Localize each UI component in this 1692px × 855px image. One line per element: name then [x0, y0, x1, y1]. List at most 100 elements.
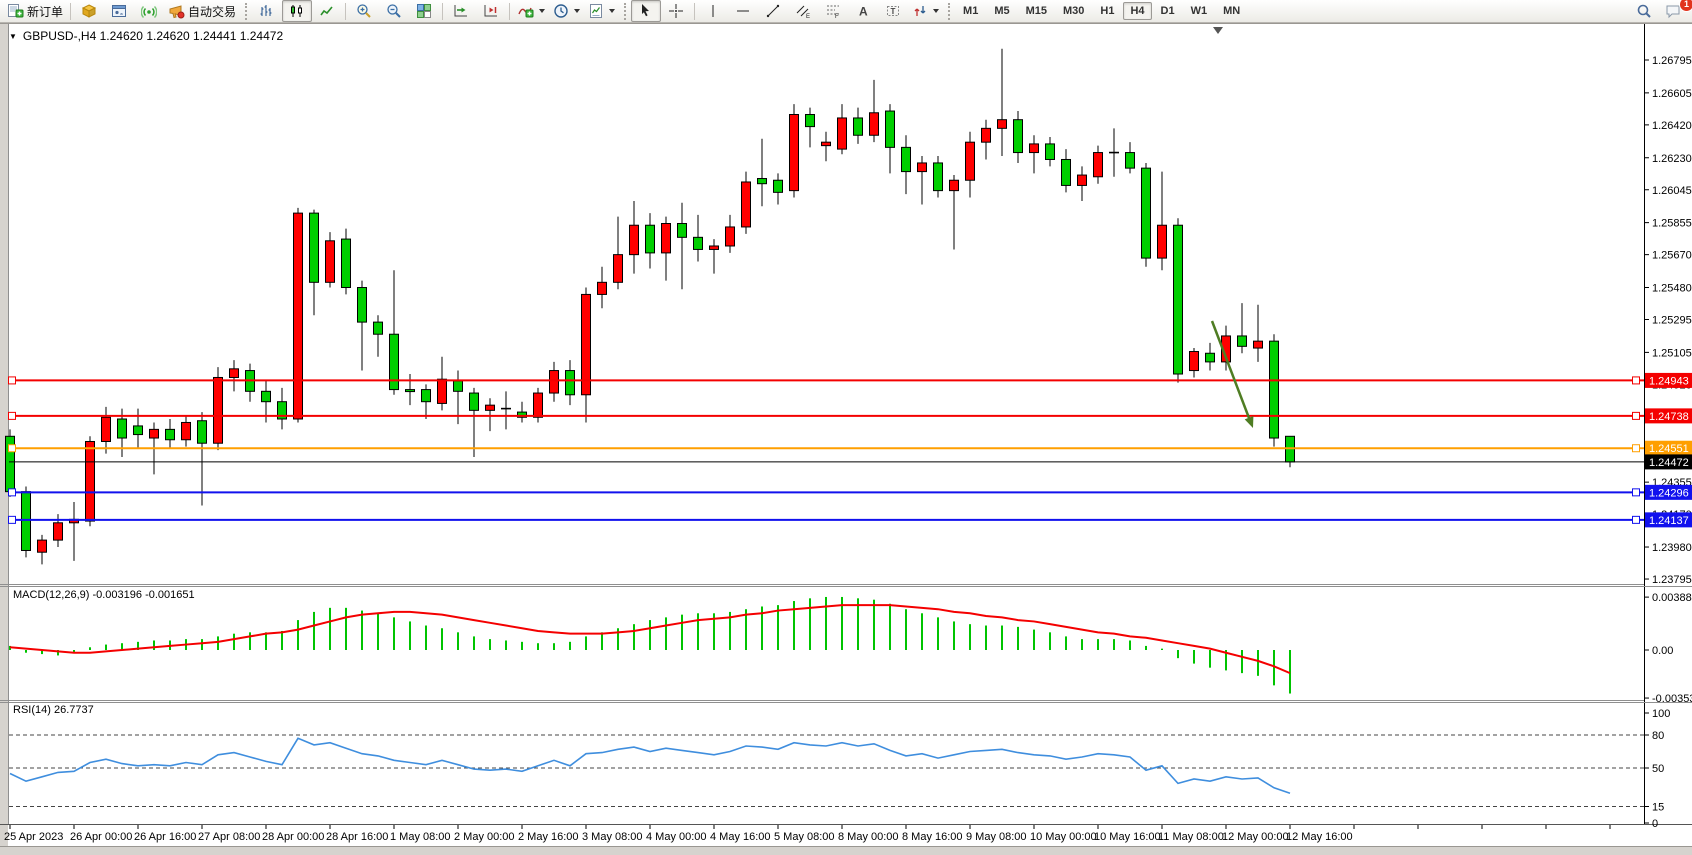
new-order-button[interactable]: 新订单: [3, 0, 67, 22]
periods-button[interactable]: [549, 0, 584, 22]
svg-text:1.24472: 1.24472: [1649, 457, 1689, 469]
search-icon: [1636, 3, 1652, 19]
toolbar-separator: [509, 3, 510, 20]
svg-text:1.26795: 1.26795: [1652, 55, 1692, 67]
timeframe-button-w1[interactable]: W1: [1184, 2, 1215, 20]
indicators-icon: [517, 3, 534, 19]
timeframe-button-m15[interactable]: M15: [1019, 2, 1054, 20]
trendline-button[interactable]: [758, 0, 788, 22]
symbol-ohlc-text: GBPUSD-,H4 1.24620 1.24620 1.24441 1.244…: [23, 29, 283, 43]
chevron-down-icon: [539, 9, 545, 13]
svg-text:1.26605: 1.26605: [1652, 88, 1692, 100]
svg-text:4 May 00:00: 4 May 00:00: [646, 831, 707, 843]
timeframe-button-m5[interactable]: M5: [987, 2, 1016, 20]
timeframe-button-m30[interactable]: M30: [1056, 2, 1091, 20]
line-chart-button[interactable]: [312, 0, 342, 22]
vertical-line-button[interactable]: [698, 0, 728, 22]
svg-text:10 May 00:00: 10 May 00:00: [1030, 831, 1097, 843]
svg-text:50: 50: [1652, 763, 1664, 775]
tile-windows-icon: [416, 3, 432, 19]
bar-chart-button[interactable]: [252, 0, 282, 22]
svg-text:2 May 16:00: 2 May 16:00: [518, 831, 579, 843]
svg-text:1 May 08:00: 1 May 08:00: [390, 831, 451, 843]
notification-badge: 1: [1679, 0, 1692, 12]
vertical-line-icon: [705, 3, 721, 19]
chart-shift-button[interactable]: [476, 0, 506, 22]
chart-shift-icon: [483, 3, 499, 19]
candlestick-chart-button[interactable]: [282, 0, 312, 22]
svg-text:1.24296: 1.24296: [1649, 487, 1689, 499]
svg-text:0.003889: 0.003889: [1652, 592, 1692, 604]
auto-trading-button[interactable]: 自动交易: [164, 0, 240, 22]
fibonacci-button[interactable]: F: [818, 0, 848, 22]
chevron-down-icon: [574, 9, 580, 13]
horizontal-line-button[interactable]: [728, 0, 758, 22]
timeframe-button-h1[interactable]: H1: [1093, 2, 1121, 20]
cursor-button[interactable]: [631, 0, 661, 22]
svg-text:1.25670: 1.25670: [1652, 250, 1692, 262]
svg-text:1.26420: 1.26420: [1652, 120, 1692, 132]
timeframe-button-mn[interactable]: MN: [1216, 2, 1247, 20]
search-button[interactable]: [1629, 0, 1659, 22]
arrows-button[interactable]: [908, 0, 943, 22]
templates-button[interactable]: [584, 0, 619, 22]
signals-button[interactable]: [134, 0, 164, 22]
svg-text:-0.003533: -0.003533: [1652, 693, 1692, 705]
svg-text:F: F: [835, 14, 839, 19]
svg-text:1.25855: 1.25855: [1652, 218, 1692, 230]
horizontal-line-icon: [735, 3, 751, 19]
svg-text:0: 0: [1652, 818, 1658, 830]
svg-text:26 Apr 16:00: 26 Apr 16:00: [134, 831, 196, 843]
svg-text:11 May 08:00: 11 May 08:00: [1158, 831, 1224, 843]
svg-text:1.26045: 1.26045: [1652, 185, 1692, 197]
svg-text:1.23980: 1.23980: [1652, 542, 1692, 554]
data-window-button[interactable]: [104, 0, 134, 22]
text-label-icon: T: [885, 3, 901, 19]
toolbar-separator: [442, 3, 443, 20]
line-chart-icon: [319, 3, 335, 19]
notifications-button[interactable]: 1: [1659, 0, 1689, 22]
svg-text:15: 15: [1652, 802, 1664, 814]
candlestick-chart-icon: [289, 3, 305, 19]
svg-text:80: 80: [1652, 730, 1664, 742]
tile-windows-button[interactable]: [409, 0, 439, 22]
indicators-button[interactable]: [513, 0, 549, 22]
timeframe-button-d1[interactable]: D1: [1154, 2, 1182, 20]
toolbar-grip: [948, 3, 950, 20]
cursor-icon: [638, 3, 654, 19]
svg-text:100: 100: [1652, 708, 1670, 720]
bar-chart-icon: [259, 3, 275, 19]
svg-text:28 Apr 00:00: 28 Apr 00:00: [262, 831, 324, 843]
zoom-out-button[interactable]: [379, 0, 409, 22]
svg-text:25 Apr 2023: 25 Apr 2023: [4, 831, 63, 843]
svg-text:8 May 00:00: 8 May 00:00: [838, 831, 899, 843]
market-watch-button[interactable]: [74, 0, 104, 22]
svg-text:26 Apr 00:00: 26 Apr 00:00: [70, 831, 132, 843]
periods-clock-icon: [553, 3, 569, 19]
svg-text:27 Apr 08:00: 27 Apr 08:00: [198, 831, 260, 843]
macd-indicator-label: MACD(12,26,9) -0.003196 -0.001651: [13, 589, 195, 601]
new-order-label: 新订单: [27, 3, 63, 20]
svg-text:1.25105: 1.25105: [1652, 347, 1692, 359]
chevron-down-icon: [933, 9, 939, 13]
new-order-icon: [7, 3, 24, 19]
trendline-icon: [765, 3, 781, 19]
zoom-in-button[interactable]: [349, 0, 379, 22]
text-label-button[interactable]: T: [878, 0, 908, 22]
collapse-arrow-icon[interactable]: ▼: [9, 32, 17, 41]
timeframe-button-m1[interactable]: M1: [956, 2, 985, 20]
svg-text:4 May 16:00: 4 May 16:00: [710, 831, 771, 843]
text-button[interactable]: A: [848, 0, 878, 22]
crosshair-button[interactable]: [661, 0, 691, 22]
svg-text:1.24738: 1.24738: [1649, 411, 1689, 423]
chevron-down-icon: [609, 9, 615, 13]
auto-scroll-button[interactable]: [446, 0, 476, 22]
svg-text:T: T: [891, 7, 896, 16]
channel-button[interactable]: E: [788, 0, 818, 22]
svg-text:1.23795: 1.23795: [1652, 574, 1692, 586]
chart-canvas[interactable]: 1.267951.266051.264201.262301.260451.258…: [0, 0, 1692, 855]
timeframe-button-h4[interactable]: H4: [1123, 2, 1151, 20]
svg-text:E: E: [806, 14, 810, 19]
fibonacci-icon: F: [825, 3, 841, 19]
market-watch-icon: [81, 3, 97, 19]
